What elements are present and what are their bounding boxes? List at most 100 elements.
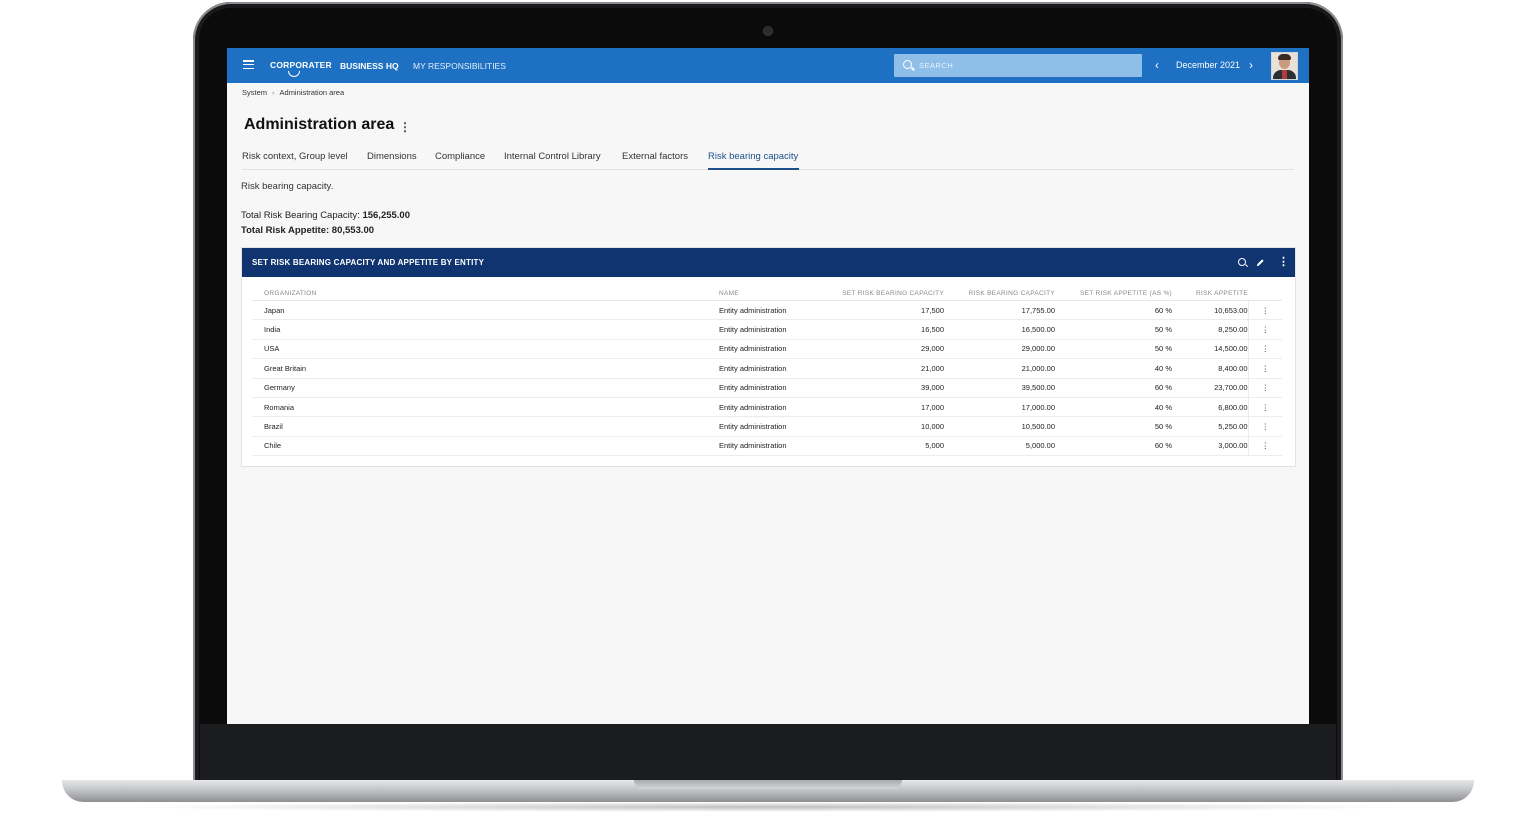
table-row[interactable]: USA Entity administration 29,000 29,000.…	[252, 339, 1282, 360]
row-more-icon[interactable]: ⋮	[1247, 436, 1282, 457]
total-capacity-summary: Total Risk Bearing Capacity: 156,255.00	[241, 210, 410, 221]
cell-risk-appetite: 23,700.00	[1172, 378, 1248, 398]
tab-risk-bearing-capacity[interactable]: Risk bearing capacity	[708, 151, 798, 162]
breadcrumb-item-administration-area[interactable]: Administration area	[280, 88, 345, 97]
hamburger-menu-icon[interactable]	[243, 60, 254, 70]
panel-search-icon[interactable]	[1238, 258, 1246, 266]
panel-header: SET RISK BEARING CAPACITY AND APPETITE B…	[242, 248, 1295, 277]
more-options-icon[interactable]: ⋮	[399, 120, 411, 134]
breadcrumb-item-system[interactable]: System	[242, 88, 267, 97]
cell-risk-bearing-capacity: 16,500.00	[944, 319, 1055, 340]
cell-risk-appetite: 6,800.00	[1172, 397, 1248, 418]
cell-risk-appetite: 8,250.00	[1172, 319, 1248, 340]
cell-set-risk-bearing-capacity[interactable]: 29,000	[839, 339, 944, 360]
brand-logo-mark	[288, 71, 300, 77]
total-appetite-value: 80,553.00	[331, 225, 375, 236]
active-tab-indicator	[708, 168, 799, 170]
cell-risk-bearing-capacity: 39,500.00	[944, 378, 1055, 398]
breadcrumb: System › Administration area	[242, 88, 344, 97]
page-title: Administration area	[244, 116, 395, 133]
cell-risk-bearing-capacity: 10,500.00	[944, 416, 1055, 437]
laptop-notch	[634, 780, 902, 789]
search-input[interactable]: SEARCH	[894, 54, 1142, 77]
tab-external-factors[interactable]: External factors	[622, 151, 688, 162]
cell-set-risk-appetite[interactable]: 60 %	[1055, 300, 1172, 321]
table-row[interactable]: Brazil Entity administration 10,000 10,5…	[252, 416, 1282, 437]
column-header-risk-appetite[interactable]: RISK APPETITE	[1172, 286, 1248, 301]
period-selector[interactable]: December 2021	[1176, 60, 1240, 70]
column-header-set-risk-appetite[interactable]: SET RISK APPETITE (AS %)	[1055, 286, 1172, 301]
tab-internal-control-library[interactable]: Internal Control Library	[504, 151, 601, 162]
cell-name: Entity administration	[719, 397, 839, 418]
cell-organization: USA	[252, 339, 719, 360]
cell-name: Entity administration	[719, 300, 839, 321]
laptop-shadow	[120, 802, 1416, 812]
cell-set-risk-bearing-capacity[interactable]: 21,000	[839, 358, 944, 379]
cell-organization: Brazil	[252, 416, 719, 437]
table-row[interactable]: Great Britain Entity administration 21,0…	[252, 358, 1282, 379]
total-appetite-summary: Total Risk Appetite: 80,553.00	[241, 225, 374, 236]
cell-organization: Germany	[252, 378, 719, 398]
total-appetite-label: Total Risk Appetite:	[241, 225, 330, 236]
avatar[interactable]	[1271, 52, 1298, 80]
cell-organization: Chile	[252, 436, 719, 457]
risk-capacity-panel: SET RISK BEARING CAPACITY AND APPETITE B…	[241, 247, 1296, 467]
cell-set-risk-appetite[interactable]: 40 %	[1055, 397, 1172, 418]
search-placeholder: SEARCH	[919, 61, 954, 70]
cell-set-risk-appetite[interactable]: 60 %	[1055, 436, 1172, 457]
column-header-organization[interactable]: ORGANIZATION	[252, 286, 719, 301]
column-header-risk-bearing-capacity[interactable]: RISK BEARING CAPACITY	[944, 286, 1055, 301]
cell-set-risk-bearing-capacity[interactable]: 17,000	[839, 397, 944, 418]
row-more-icon[interactable]: ⋮	[1247, 416, 1282, 437]
cell-organization: Romania	[252, 397, 719, 418]
total-capacity-label: Total Risk Bearing Capacity:	[241, 210, 360, 221]
panel-more-icon[interactable]: ⋮	[1278, 255, 1289, 268]
cell-organization: Great Britain	[252, 358, 719, 379]
cell-set-risk-bearing-capacity[interactable]: 5,000	[839, 436, 944, 457]
table-row[interactable]: Japan Entity administration 17,500 17,75…	[252, 300, 1282, 321]
row-more-icon[interactable]: ⋮	[1247, 397, 1282, 418]
cell-set-risk-bearing-capacity[interactable]: 10,000	[839, 416, 944, 437]
cell-set-risk-appetite[interactable]: 50 %	[1055, 339, 1172, 360]
table-row[interactable]: India Entity administration 16,500 16,50…	[252, 319, 1282, 340]
cell-set-risk-bearing-capacity[interactable]: 17,500	[839, 300, 944, 321]
tab-dimensions[interactable]: Dimensions	[367, 151, 417, 162]
table-row[interactable]: Chile Entity administration 5,000 5,000.…	[252, 436, 1282, 457]
capacity-table: ORGANIZATION NAME SET RISK BEARING CAPAC…	[252, 286, 1282, 457]
search-icon	[903, 60, 912, 69]
cell-set-risk-appetite[interactable]: 40 %	[1055, 358, 1172, 379]
nav-my-responsibilities[interactable]: MY RESPONSIBILITIES	[413, 61, 506, 71]
chevron-left-icon[interactable]: ‹	[1155, 58, 1159, 72]
cell-risk-bearing-capacity: 17,000.00	[944, 397, 1055, 418]
cell-risk-appetite: 10,653.00	[1172, 300, 1248, 321]
nav-business-hq[interactable]: BUSINESS HQ	[340, 61, 399, 71]
row-more-icon[interactable]: ⋮	[1247, 339, 1282, 360]
cell-set-risk-appetite[interactable]: 60 %	[1055, 378, 1172, 398]
row-more-icon[interactable]: ⋮	[1247, 319, 1282, 340]
cell-risk-bearing-capacity: 21,000.00	[944, 358, 1055, 379]
cell-set-risk-appetite[interactable]: 50 %	[1055, 416, 1172, 437]
column-header-name[interactable]: NAME	[719, 286, 839, 301]
cell-name: Entity administration	[719, 416, 839, 437]
row-more-icon[interactable]: ⋮	[1247, 358, 1282, 379]
cell-risk-bearing-capacity: 29,000.00	[944, 339, 1055, 360]
table-row[interactable]: Germany Entity administration 39,000 39,…	[252, 378, 1282, 398]
row-more-icon[interactable]: ⋮	[1247, 378, 1282, 398]
breadcrumb-separator-icon: ›	[272, 88, 275, 97]
cell-set-risk-appetite[interactable]: 50 %	[1055, 319, 1172, 340]
column-header-set-risk-bearing-capacity[interactable]: SET RISK BEARING CAPACITY	[839, 286, 944, 301]
brand-logo[interactable]: CORPORATER	[270, 60, 332, 70]
cell-set-risk-bearing-capacity[interactable]: 39,000	[839, 378, 944, 398]
cell-set-risk-bearing-capacity[interactable]: 16,500	[839, 319, 944, 340]
table-header-row: ORGANIZATION NAME SET RISK BEARING CAPAC…	[252, 286, 1282, 301]
panel-edit-icon[interactable]	[1256, 258, 1265, 267]
cell-risk-bearing-capacity: 5,000.00	[944, 436, 1055, 457]
page-description: Risk bearing capacity.	[241, 181, 334, 192]
total-capacity-value: 156,255.00	[362, 210, 410, 221]
cell-organization: India	[252, 319, 719, 340]
row-more-icon[interactable]: ⋮	[1247, 300, 1282, 321]
tab-compliance[interactable]: Compliance	[435, 151, 485, 162]
chevron-right-icon[interactable]: ›	[1249, 58, 1253, 72]
tab-risk-context[interactable]: Risk context, Group level	[242, 151, 348, 162]
table-row[interactable]: Romania Entity administration 17,000 17,…	[252, 397, 1282, 418]
